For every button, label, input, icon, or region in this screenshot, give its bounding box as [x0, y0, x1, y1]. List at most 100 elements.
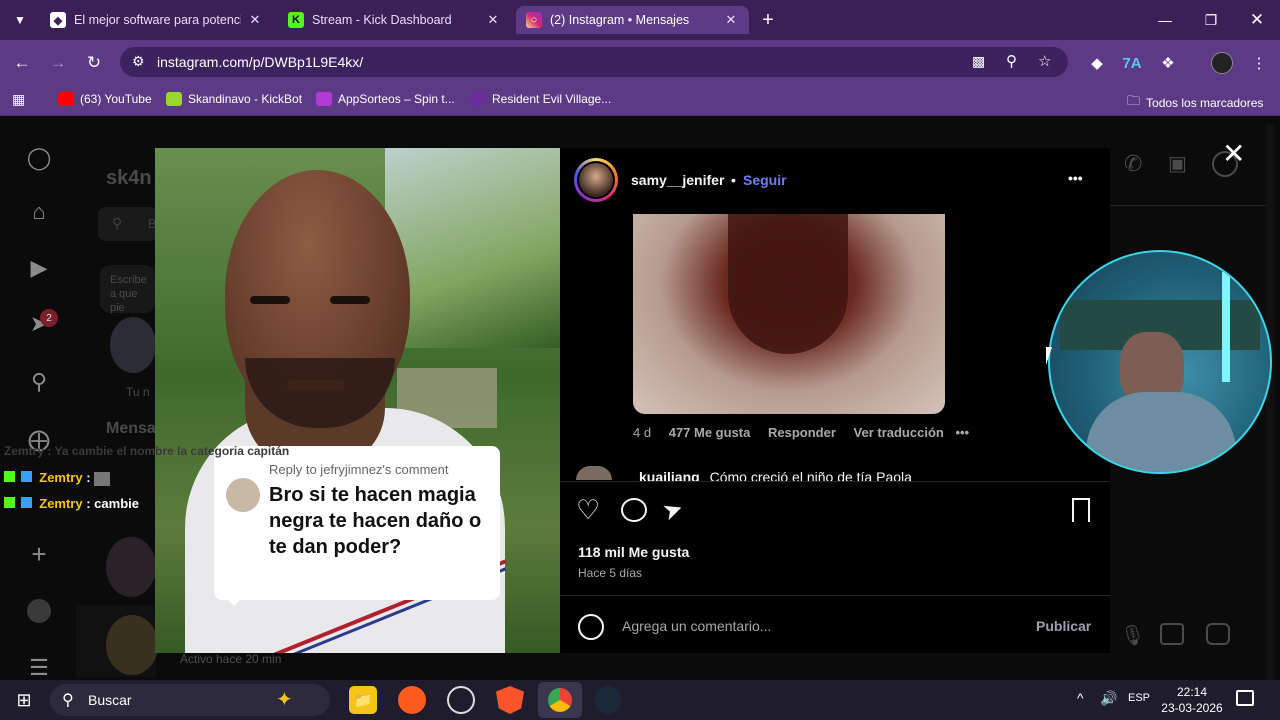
chat-message: Zemtry :	[4, 470, 111, 486]
language-indicator[interactable]: ESP	[1128, 692, 1150, 704]
tab-kick-dashboard[interactable]: K Stream - Kick Dashboard ✕	[278, 6, 511, 34]
notifications-icon[interactable]	[1236, 690, 1254, 706]
post-options-icon[interactable]: •••	[1068, 170, 1083, 186]
sub-badge-icon	[20, 497, 32, 508]
author-username[interactable]: samy__jenifer	[631, 172, 724, 188]
bookmark-appsorteos[interactable]: AppSorteos – Spin t...	[316, 92, 455, 106]
chat-message: Zemtry : cambie	[4, 496, 139, 511]
app-speed-icon[interactable]	[447, 686, 475, 714]
follow-button[interactable]: Seguir	[743, 172, 787, 188]
comment-gif[interactable]	[633, 214, 945, 414]
call-icon[interactable]: ✆	[1124, 151, 1142, 177]
profile-avatar[interactable]	[1211, 52, 1233, 74]
search-icon: ⚲	[112, 215, 123, 231]
copilot-sparkle-icon: ✦	[276, 689, 293, 711]
extensions-puzzle-icon[interactable]: ❖	[1157, 52, 1179, 74]
app-orange-icon[interactable]	[398, 686, 426, 714]
steam-icon[interactable]	[594, 686, 622, 714]
comment-options-icon[interactable]: •••	[955, 425, 969, 440]
comment-likes[interactable]: 477 Me gusta	[669, 425, 751, 440]
post-video[interactable]: Reply to jefryjimnez's comment Bro si te…	[155, 148, 560, 653]
browser-shield-icon: ◆	[50, 12, 66, 28]
close-tab-icon[interactable]: ✕	[723, 12, 739, 28]
minimize-icon[interactable]: —	[1142, 0, 1188, 40]
apps-grid-icon[interactable]: ▦	[12, 91, 25, 108]
bookmark-star-icon[interactable]: ☆	[1038, 52, 1051, 70]
video-call-icon[interactable]: ▣	[1168, 151, 1187, 176]
tab-title: El mejor software para potencia	[74, 13, 241, 27]
site-info-icon[interactable]: ⚙	[132, 53, 145, 70]
emoji-icon[interactable]	[578, 614, 604, 640]
all-bookmarks[interactable]: 🗀 Todos los marcadores	[1127, 92, 1263, 114]
conversation-avatar[interactable]	[106, 537, 156, 597]
comment-input[interactable]: Agrega un comentario...	[622, 618, 1002, 634]
instagram-logo-icon[interactable]: ◯	[26, 145, 52, 171]
image-icon[interactable]	[1160, 623, 1184, 645]
dm-search-input[interactable]: ⚲ B	[98, 207, 158, 241]
divider	[1110, 205, 1268, 206]
new-tab-button[interactable]: +	[752, 0, 784, 40]
sky-trees	[385, 148, 560, 348]
reels-icon[interactable]: ▶	[26, 255, 52, 281]
chat-text: cambie	[94, 496, 139, 511]
share-icon[interactable]: ➤	[659, 493, 688, 527]
home-icon[interactable]: ⌂	[26, 199, 52, 225]
like-heart-icon[interactable]: ♡	[576, 496, 600, 524]
publish-button[interactable]: Publicar	[1036, 618, 1091, 634]
install-app-icon[interactable]: ▩	[972, 53, 985, 70]
kick-badge-icon	[4, 497, 15, 508]
tab-search-icon[interactable]: ▼	[0, 0, 40, 40]
extension-brave-icon[interactable]: ◆	[1086, 52, 1108, 74]
author-avatar[interactable]	[574, 158, 618, 202]
person-mouth	[287, 380, 345, 390]
bookmark-youtube[interactable]: (63) YouTube	[58, 92, 152, 106]
reply-tail	[226, 598, 242, 606]
extension-translate-icon[interactable]: 7A	[1121, 52, 1143, 74]
more-menu-icon[interactable]: ☰	[26, 655, 52, 680]
mic-icon[interactable]: 🎙	[1120, 623, 1145, 648]
bookmark-kickbot[interactable]: Skandinavo - KickBot	[166, 92, 302, 106]
restore-icon[interactable]: ❐	[1188, 0, 1234, 40]
close-tab-icon[interactable]: ✕	[485, 12, 501, 28]
menu-kebab-icon[interactable]: ⋮	[1248, 52, 1270, 74]
close-window-icon[interactable]: ✕	[1234, 0, 1280, 40]
kick-icon: K	[288, 12, 304, 28]
all-bookmarks-label: Todos los marcadores	[1146, 96, 1264, 110]
sticker-icon[interactable]	[1206, 623, 1230, 645]
windows-start-icon[interactable]: ⊞	[10, 686, 38, 714]
scrollbar[interactable]	[1266, 125, 1274, 680]
bookmark-resident-evil[interactable]: Resident Evil Village...	[470, 92, 611, 106]
reload-icon[interactable]: ↻	[81, 50, 107, 76]
note-avatar[interactable]	[110, 317, 156, 373]
note-bubble: Escribe a que pie	[100, 265, 155, 314]
tab-instagram[interactable]: ○ (2) Instagram • Mensajes ✕	[516, 6, 749, 34]
address-bar[interactable]: ⚙ instagram.com/p/DWBp1L9E4kx/ ▩ ⚲ ☆	[120, 47, 1068, 77]
comment-icon[interactable]	[621, 498, 647, 522]
conversation-avatar	[106, 615, 158, 675]
forward-icon[interactable]: →	[45, 50, 71, 76]
tab-software[interactable]: ◆ El mejor software para potencia ✕	[40, 6, 273, 34]
close-tab-icon[interactable]: ✕	[247, 12, 263, 28]
create-icon[interactable]: +	[26, 539, 52, 569]
likes-count[interactable]: 118 mil Me gusta	[578, 544, 689, 560]
back-icon[interactable]: ←	[9, 50, 35, 76]
reply-button[interactable]: Responder	[768, 425, 836, 440]
active-status: Activo hace 20 min	[180, 652, 282, 666]
appsorteos-icon	[316, 92, 332, 106]
next-comment-avatar[interactable]	[576, 466, 612, 480]
close-modal-icon[interactable]: ✕	[1222, 137, 1245, 170]
divider	[560, 481, 1110, 482]
zoom-icon[interactable]: ⚲	[1006, 52, 1017, 70]
translate-button[interactable]: Ver traducción	[854, 425, 944, 440]
save-bookmark-icon[interactable]	[1072, 498, 1090, 522]
bookmark-label: Skandinavo - KickBot	[188, 92, 303, 106]
profile-icon[interactable]	[27, 599, 51, 623]
chrome-taskbar-button[interactable]	[538, 682, 582, 718]
file-explorer-icon[interactable]: 📁	[349, 686, 377, 714]
search-icon[interactable]: ⚲	[26, 369, 52, 395]
clock[interactable]: 22:14 23-03-2026	[1160, 684, 1224, 716]
taskbar-search[interactable]: ⚲ Buscar ✦	[50, 684, 330, 716]
brave-icon[interactable]	[496, 686, 524, 714]
tray-chevron-icon[interactable]: ^	[1077, 690, 1084, 706]
volume-icon[interactable]: 🔊	[1100, 690, 1117, 707]
